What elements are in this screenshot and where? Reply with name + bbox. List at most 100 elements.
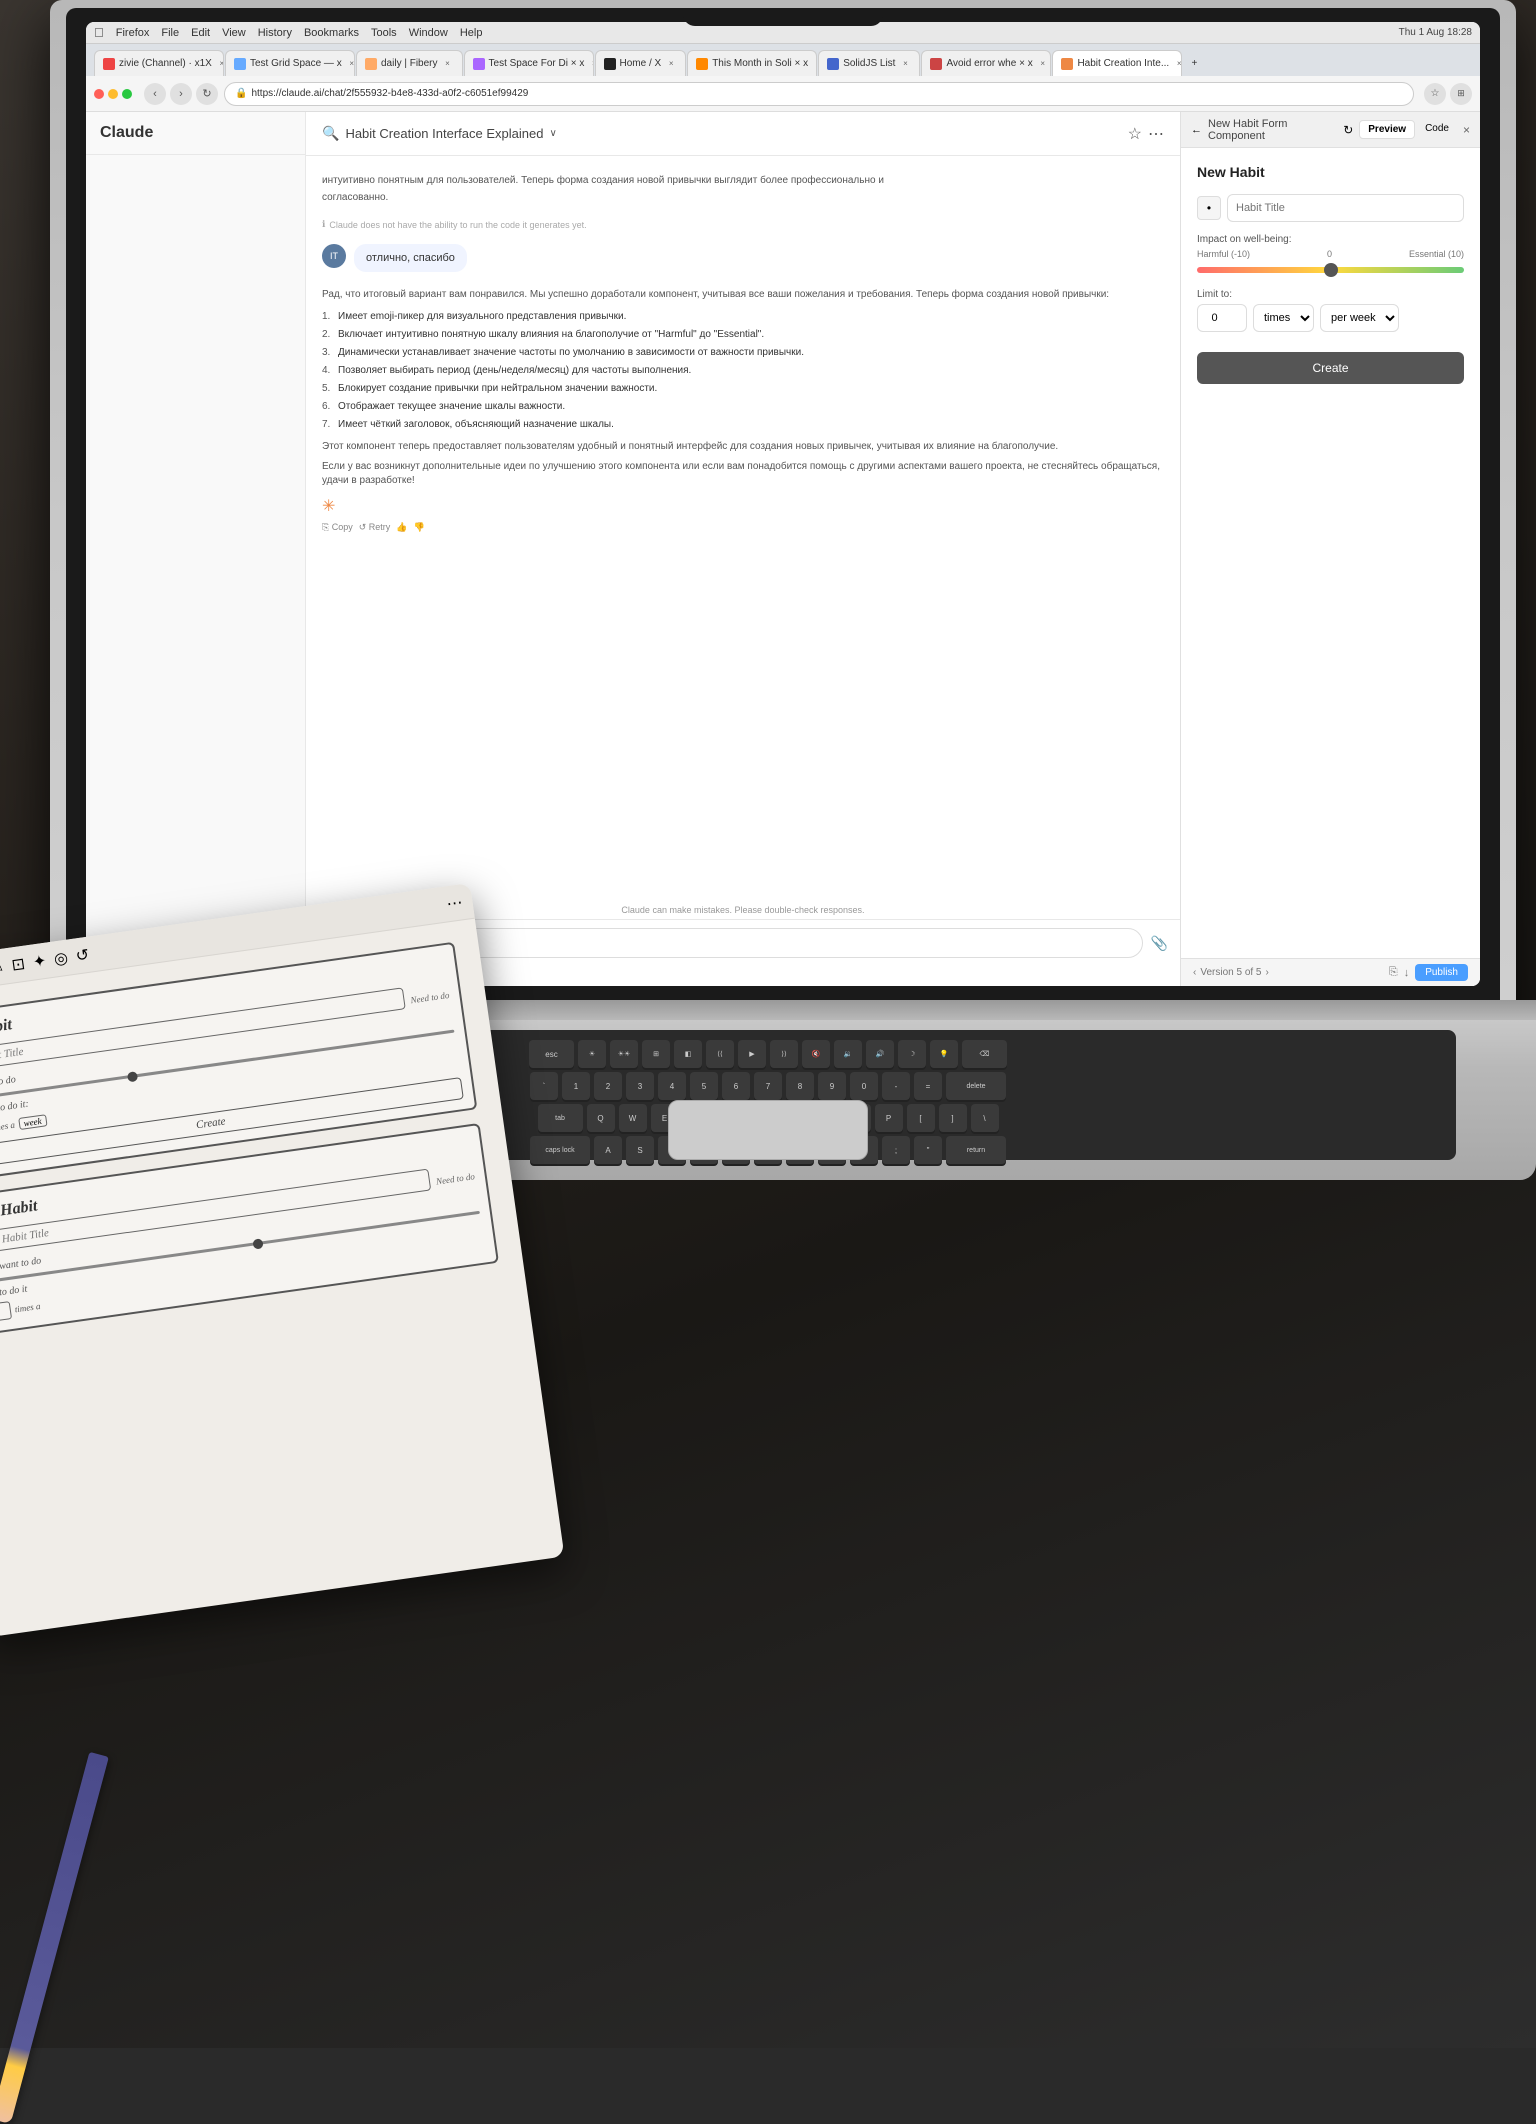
menu-bookmarks[interactable]: Bookmarks bbox=[304, 27, 359, 39]
notepad-pen-icon[interactable]: ✎ bbox=[0, 956, 5, 978]
notepad-image-icon[interactable]: ⊡ bbox=[10, 953, 26, 975]
tab-home[interactable]: Home / X × bbox=[595, 50, 687, 76]
tab-testgrid[interactable]: Test Grid Space — x × bbox=[225, 50, 355, 76]
key-2[interactable]: 2 bbox=[594, 1072, 622, 1100]
minimize-button[interactable] bbox=[108, 89, 118, 99]
key-delete[interactable]: ⌫ bbox=[962, 1040, 1007, 1068]
back-button[interactable]: ‹ bbox=[144, 83, 166, 105]
key-f4[interactable]: ◧ bbox=[674, 1040, 702, 1068]
star-icon[interactable]: ☆ bbox=[1128, 124, 1142, 144]
url-field[interactable]: 🔒 https://claude.ai/chat/2f555932-b4e8-4… bbox=[224, 82, 1414, 106]
key-6[interactable]: 6 bbox=[722, 1072, 750, 1100]
tab-close-habit[interactable]: × bbox=[1173, 58, 1182, 70]
key-return[interactable]: return bbox=[946, 1136, 1006, 1164]
key-f3[interactable]: ⊞ bbox=[642, 1040, 670, 1068]
key-0[interactable]: 0 bbox=[850, 1072, 878, 1100]
tab-avoiderror[interactable]: Avoid error whe × x × bbox=[921, 50, 1051, 76]
download-icon[interactable]: ↓ bbox=[1404, 967, 1410, 979]
tab-daily[interactable]: daily | Fibery × bbox=[356, 50, 463, 76]
tab-close-testspace[interactable]: × bbox=[588, 58, 593, 70]
copy-button[interactable]: ⎘ Copy bbox=[322, 522, 353, 533]
back-arrow-icon[interactable]: ← bbox=[1191, 124, 1202, 136]
close-button[interactable] bbox=[94, 89, 104, 99]
key-backslash[interactable]: \ bbox=[971, 1104, 999, 1132]
tab-close-thismonth[interactable]: × bbox=[812, 58, 817, 70]
fullscreen-button[interactable] bbox=[122, 89, 132, 99]
key-tab[interactable]: tab bbox=[538, 1104, 583, 1132]
forward-button[interactable]: › bbox=[170, 83, 192, 105]
menu-tools[interactable]: Tools bbox=[371, 27, 397, 39]
next-version-button[interactable]: › bbox=[1266, 967, 1269, 978]
tab-solidjs[interactable]: SolidJS List × bbox=[818, 50, 920, 76]
key-f8[interactable]: 🔇 bbox=[802, 1040, 830, 1068]
menu-window[interactable]: Window bbox=[409, 27, 448, 39]
create-button[interactable]: Create bbox=[1197, 352, 1464, 384]
notepad-star-icon[interactable]: ✦ bbox=[31, 950, 47, 972]
key-semicolon[interactable]: ; bbox=[882, 1136, 910, 1164]
key-f12[interactable]: 💡 bbox=[930, 1040, 958, 1068]
bookmark-button[interactable]: ☆ bbox=[1424, 83, 1446, 105]
publish-button[interactable]: Publish bbox=[1415, 964, 1468, 981]
key-f1[interactable]: ☀ bbox=[578, 1040, 606, 1068]
key-7[interactable]: 7 bbox=[754, 1072, 782, 1100]
key-q[interactable]: Q bbox=[587, 1104, 615, 1132]
key-1[interactable]: 1 bbox=[562, 1072, 590, 1100]
chevron-down-icon[interactable]: ∨ bbox=[549, 128, 556, 139]
attachment-icon[interactable]: 📎 bbox=[1151, 935, 1168, 952]
key-quote[interactable]: " bbox=[914, 1136, 942, 1164]
period-select[interactable]: per week bbox=[1320, 304, 1399, 332]
reload-button[interactable]: ↻ bbox=[196, 83, 218, 105]
menu-icon[interactable]: ⋯ bbox=[1148, 124, 1164, 144]
trackpad[interactable] bbox=[668, 1100, 868, 1160]
key-f9[interactable]: 🔉 bbox=[834, 1040, 862, 1068]
key-f10[interactable]: 🔊 bbox=[866, 1040, 894, 1068]
preview-tab-preview[interactable]: Preview bbox=[1359, 120, 1415, 139]
key-equals[interactable]: = bbox=[914, 1072, 942, 1100]
key-lbracket[interactable]: [ bbox=[907, 1104, 935, 1132]
new-tab-button[interactable]: + bbox=[1183, 50, 1207, 76]
key-9[interactable]: 9 bbox=[818, 1072, 846, 1100]
tab-close-home[interactable]: × bbox=[665, 58, 677, 70]
tab-close-testgrid[interactable]: × bbox=[346, 58, 355, 70]
notepad-refresh-icon[interactable]: ↺ bbox=[74, 944, 90, 966]
habit-title-input[interactable] bbox=[1227, 194, 1464, 222]
preview-close-button[interactable]: × bbox=[1463, 123, 1470, 137]
key-f6[interactable]: ▶ bbox=[738, 1040, 766, 1068]
tab-close-daily[interactable]: × bbox=[442, 58, 454, 70]
slider-thumb[interactable] bbox=[1324, 263, 1338, 277]
key-caps[interactable]: caps lock bbox=[530, 1136, 590, 1164]
menu-view[interactable]: View bbox=[222, 27, 246, 39]
tab-close-avoiderror[interactable]: × bbox=[1037, 58, 1049, 70]
key-f11[interactable]: ☽ bbox=[898, 1040, 926, 1068]
menu-firefox[interactable]: Firefox bbox=[116, 27, 150, 39]
key-esc[interactable]: esc bbox=[529, 1040, 574, 1068]
key-5[interactable]: 5 bbox=[690, 1072, 718, 1100]
key-3[interactable]: 3 bbox=[626, 1072, 654, 1100]
key-f5[interactable]: ⟨⟨ bbox=[706, 1040, 734, 1068]
key-delete2[interactable]: delete bbox=[946, 1072, 1006, 1100]
tab-close-zivie[interactable]: × bbox=[216, 58, 224, 70]
slider-track[interactable] bbox=[1197, 267, 1464, 273]
key-w[interactable]: W bbox=[619, 1104, 647, 1132]
key-rbracket[interactable]: ] bbox=[939, 1104, 967, 1132]
tab-habit[interactable]: Habit Creation Inte... × bbox=[1052, 50, 1182, 76]
extensions-button[interactable]: ⊞ bbox=[1450, 83, 1472, 105]
frequency-unit-select[interactable]: times bbox=[1253, 304, 1314, 332]
emoji-picker[interactable]: • bbox=[1197, 196, 1221, 220]
key-backtick[interactable]: ` bbox=[530, 1072, 558, 1100]
notepad-more-icon[interactable]: ⋯ bbox=[445, 892, 464, 914]
menu-edit[interactable]: Edit bbox=[191, 27, 210, 39]
key-p[interactable]: P bbox=[875, 1104, 903, 1132]
thumbs-down-icon[interactable]: 👎 bbox=[414, 522, 425, 533]
refresh-icon[interactable]: ↻ bbox=[1343, 123, 1353, 137]
preview-tab-code[interactable]: Code bbox=[1417, 120, 1457, 139]
key-f2[interactable]: ☀☀ bbox=[610, 1040, 638, 1068]
apple-menu[interactable]:  bbox=[94, 25, 104, 40]
prev-version-button[interactable]: ‹ bbox=[1193, 967, 1196, 978]
notepad-target-icon[interactable]: ◎ bbox=[53, 947, 70, 969]
tab-zivie[interactable]: zivie (Channel) · x1X × bbox=[94, 50, 224, 76]
menu-file[interactable]: File bbox=[161, 27, 179, 39]
key-minus[interactable]: - bbox=[882, 1072, 910, 1100]
tab-testspace[interactable]: Test Space For Di × x × bbox=[464, 50, 594, 76]
key-4[interactable]: 4 bbox=[658, 1072, 686, 1100]
